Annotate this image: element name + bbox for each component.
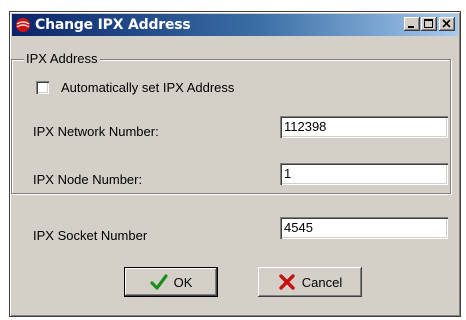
ok-button[interactable]: OK (124, 267, 218, 297)
close-icon (442, 19, 451, 28)
socket-number-field[interactable]: 4545 (280, 217, 448, 239)
network-number-label: IPX Network Number: (33, 124, 159, 139)
window-title: Change IPX Address (35, 17, 191, 33)
close-button[interactable] (439, 17, 455, 31)
green-check-icon (149, 274, 168, 290)
auto-set-ipx-checkbox[interactable] (36, 81, 49, 94)
titlebar-controls (403, 17, 455, 31)
app-icon (16, 18, 30, 32)
node-number-field[interactable]: 1 (280, 163, 448, 185)
maximize-icon (424, 19, 433, 28)
node-number-label: IPX Node Number: (33, 172, 143, 187)
auto-set-ipx-label[interactable]: Automatically set IPX Address (61, 80, 234, 95)
network-number-field[interactable]: 112398 (280, 116, 448, 138)
ok-button-label: OK (173, 274, 193, 290)
titlebar[interactable]: Change IPX Address (12, 14, 458, 36)
ipx-address-group-title: IPX Address (24, 51, 100, 66)
minimize-icon (408, 26, 414, 28)
maximize-button[interactable] (421, 17, 437, 31)
minimize-button[interactable] (404, 17, 420, 31)
red-x-icon (279, 274, 295, 290)
socket-number-label: IPX Socket Number (33, 228, 148, 243)
auto-set-ipx-checkbox-row[interactable]: Automatically set IPX Address (36, 80, 234, 95)
cancel-button[interactable]: Cancel (258, 267, 362, 297)
cancel-button-label: Cancel (301, 274, 343, 290)
